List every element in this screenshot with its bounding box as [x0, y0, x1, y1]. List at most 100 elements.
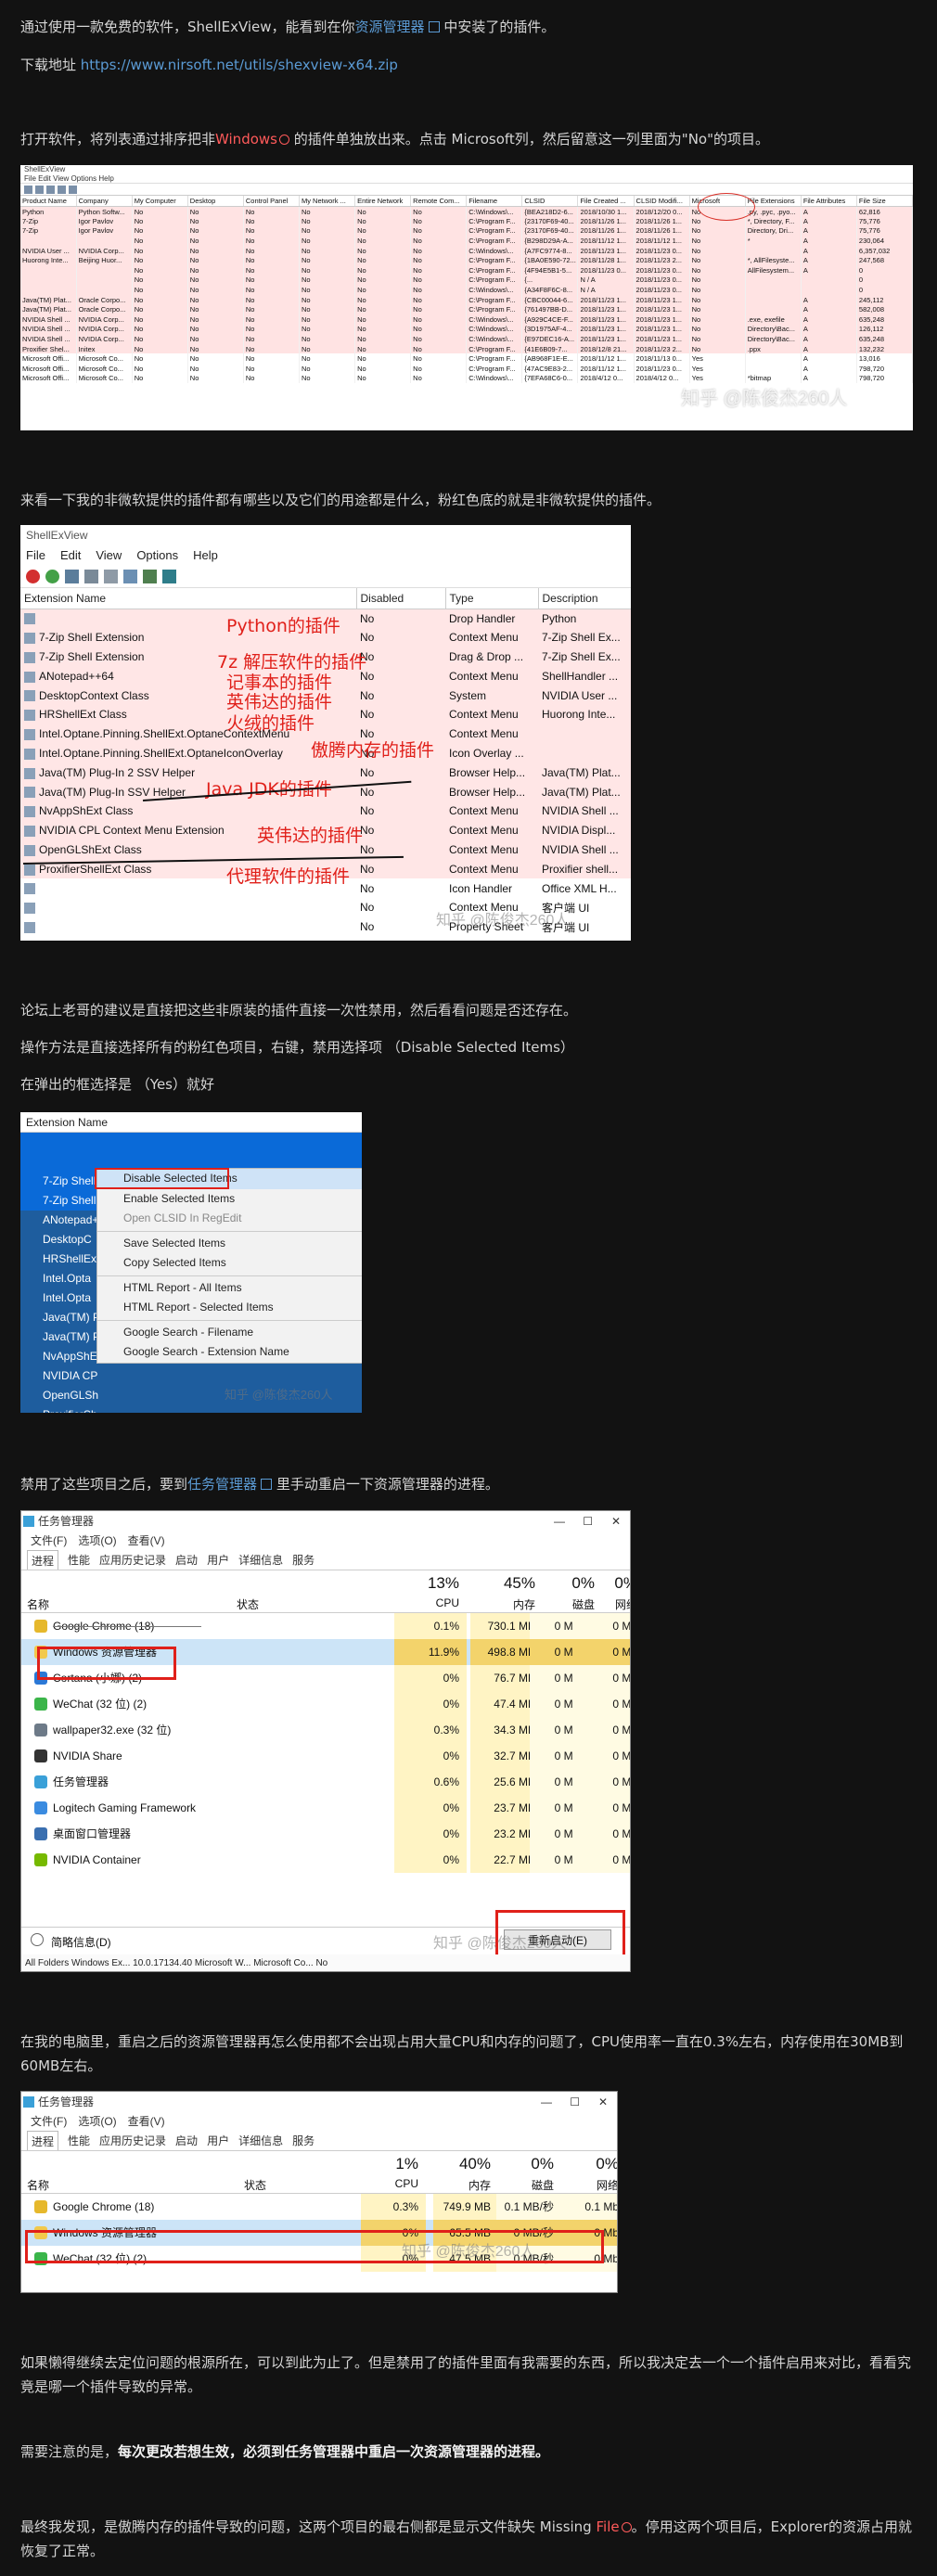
table-row[interactable]: NVIDIA Shell ... NVIDIA Corp... No No No No No…: [20, 314, 913, 325]
save-icon[interactable]: [65, 570, 79, 583]
process-row[interactable]: Google Chrome (18)0.1%730.1 MB0 MB/秒0 Mb: [21, 1613, 630, 1639]
tab[interactable]: 详细信息: [238, 1550, 283, 1570]
menu-item[interactable]: 选项(O): [78, 2112, 116, 2131]
tab[interactable]: 详细信息: [238, 2131, 283, 2150]
column-header[interactable]: Product Name: [20, 196, 77, 207]
list-item[interactable]: ProxifierSh: [20, 1405, 362, 1413]
column-header[interactable]: CLSID Modifi...: [634, 196, 690, 207]
table-row[interactable]: No No No No No No C:\Program F... {... N / A 2018…: [20, 275, 913, 286]
tab[interactable]: 用户: [207, 1550, 229, 1570]
tab[interactable]: 应用历史记录: [99, 1550, 166, 1570]
table-row[interactable]: 7-Zip Igor Pavlov No No No No No No C:\Program F…: [20, 216, 913, 226]
table-row[interactable]: Huorong Inte... Beijing Huor... No No No No No…: [20, 255, 913, 266]
menu-item[interactable]: File: [26, 545, 45, 566]
name-column-header[interactable]: 名称: [27, 2177, 49, 2193]
table-row[interactable]: 7-Zip Igor Pavlov No No No No No No C:\Program F…: [20, 225, 913, 237]
table-row[interactable]: Microsoft Offi... Microsoft Co... No No No No…: [20, 364, 913, 374]
metric-column-header[interactable]: 网络: [561, 2177, 617, 2193]
menu-item[interactable]: 查看(V): [128, 2112, 165, 2131]
fewer-details-button[interactable]: 简略信息(D): [51, 1934, 111, 1950]
metric-column-header[interactable]: CPU: [394, 1596, 467, 1609]
menu-item[interactable]: 查看(V): [128, 1532, 165, 1550]
tab[interactable]: 服务: [292, 2131, 314, 2150]
column-header[interactable]: Desktop: [187, 196, 244, 207]
menu-item[interactable]: 选项(O): [78, 1532, 116, 1550]
minimize-button[interactable]: —: [554, 1511, 565, 1532]
table-row[interactable]: NVIDIA User ... NVIDIA Corp... No No No No No N…: [20, 245, 913, 256]
close-button[interactable]: ✕: [598, 2092, 608, 2112]
disable-icon[interactable]: [26, 570, 40, 583]
context-menu-item[interactable]: HTML Report - All Items: [97, 1278, 362, 1299]
collapse-icon[interactable]: [31, 1933, 44, 1946]
context-menu-item[interactable]: HTML Report - Selected Items: [97, 1298, 362, 1318]
maximize-button[interactable]: ☐: [570, 2092, 580, 2112]
column-header[interactable]: Type: [445, 588, 539, 609]
tab[interactable]: 服务: [292, 1550, 314, 1570]
column-header[interactable]: Entire Network: [354, 196, 412, 207]
table-row[interactable]: Python Python Softw... No No No No No No C:\Wind…: [20, 206, 913, 217]
tab[interactable]: 进程: [27, 2131, 59, 2150]
table-row[interactable]: No No No No No No C:\Windows\... {A34F8F6C-8...…: [20, 285, 913, 295]
table-row[interactable]: Microsoft Offi... Microsoft Co... No No No No…: [20, 373, 913, 384]
table-row[interactable]: No No No No No No C:\Program F... {B298D29A-A..…: [20, 236, 913, 246]
context-menu-item[interactable]: Enable Selected Items: [97, 1189, 362, 1210]
tab[interactable]: 启动: [175, 1550, 198, 1570]
metric-column-header[interactable]: CPU: [361, 2177, 426, 2190]
download-link[interactable]: https://www.nirsoft.net/utils/shexview-x…: [81, 57, 398, 73]
column-header[interactable]: Extension Name: [20, 588, 357, 609]
close-button[interactable]: ✕: [611, 1511, 621, 1532]
find-icon[interactable]: [143, 570, 157, 583]
context-menu-item[interactable]: Open CLSID In RegEdit: [97, 1209, 362, 1229]
table-row[interactable]: Proxifier Shel... Initex No No No No No No C:\Pr…: [20, 343, 913, 354]
table-row[interactable]: Microsoft Offi... Microsoft Co... No No No No…: [20, 353, 913, 364]
tab[interactable]: 启动: [175, 2131, 198, 2150]
table-row[interactable]: NvAppShExt Class No Context Menu NVIDIA She…: [20, 801, 631, 821]
table-row[interactable]: No No No No No No C:\Program F... {4F94E5B1-5..…: [20, 265, 913, 276]
process-row[interactable]: 任务管理器0.6%25.6 MB0 MB/秒0 Mb: [21, 1769, 630, 1795]
context-menu-item[interactable]: Copy Selected Items: [97, 1253, 362, 1274]
table-row[interactable]: Java(TM) Plat... Oracle Corpo... No No No No N…: [20, 304, 913, 315]
tab[interactable]: 用户: [207, 2131, 229, 2150]
metric-column-header[interactable]: 磁盘: [496, 2177, 561, 2193]
table-row[interactable]: NVIDIA Shell ... NVIDIA Corp... No No No No No…: [20, 334, 913, 344]
properties-icon[interactable]: [104, 570, 118, 583]
tab[interactable]: 进程: [27, 1550, 59, 1570]
windows-link[interactable]: Windows: [215, 131, 277, 147]
column-header[interactable]: Disabled: [356, 588, 446, 609]
file-link[interactable]: File: [596, 2518, 619, 2535]
process-row[interactable]: wallpaper32.exe (32 位)0.3%34.3 MB0 MB/秒0…: [21, 1717, 630, 1743]
process-row[interactable]: NVIDIA Share0%32.7 MB0 MB/秒0 Mb: [21, 1743, 630, 1769]
enable-icon[interactable]: [45, 570, 59, 583]
table-row[interactable]: NVIDIA Shell ... NVIDIA Corp... No No No No No…: [20, 324, 913, 335]
column-header[interactable]: File Attributes: [801, 196, 857, 207]
process-row[interactable]: Logitech Gaming Framework0%23.7 MB0 MB/秒…: [21, 1795, 630, 1821]
column-header[interactable]: File Size: [856, 196, 913, 207]
taskmanager-link[interactable]: 任务管理器: [187, 1476, 257, 1493]
exit-icon[interactable]: [162, 570, 176, 583]
metric-column-header[interactable]: 内存: [433, 2177, 498, 2193]
menu-item[interactable]: Edit: [60, 545, 81, 566]
report-icon[interactable]: [123, 570, 137, 583]
name-column-header[interactable]: 名称: [27, 1596, 49, 1612]
explorer-link[interactable]: 资源管理器: [355, 19, 425, 35]
tab[interactable]: 性能: [68, 1550, 90, 1570]
menu-item[interactable]: View: [96, 545, 122, 566]
column-header[interactable]: Company: [76, 196, 133, 207]
column-header[interactable]: Filename: [466, 196, 523, 207]
column-header[interactable]: Description: [538, 588, 631, 609]
column-header[interactable]: My Computer: [132, 196, 188, 207]
column-header[interactable]: My Network ...: [299, 196, 356, 207]
menu-item[interactable]: Options: [136, 545, 178, 566]
menu-item[interactable]: Help: [193, 545, 218, 566]
copy-icon[interactable]: [84, 570, 98, 583]
menu-item[interactable]: 文件(F): [31, 1532, 67, 1550]
list-item[interactable]: NVIDIA CP: [20, 1366, 362, 1386]
tab[interactable]: 应用历史记录: [99, 2131, 166, 2150]
process-row[interactable]: 桌面窗口管理器0%23.2 MB0 MB/秒0 Mb: [21, 1821, 630, 1847]
minimize-button[interactable]: —: [541, 2092, 552, 2112]
process-row[interactable]: Google Chrome (18) 0.3% 749.9 MB 0.1 MB/秒 0.…: [21, 2194, 617, 2220]
column-header[interactable]: Control Panel: [243, 196, 300, 207]
column-header[interactable]: Remote Com...: [410, 196, 468, 207]
context-menu-item[interactable]: Save Selected Items: [97, 1234, 362, 1254]
process-row[interactable]: NVIDIA Container0%22.7 MB0 MB/秒0 Mb: [21, 1847, 630, 1873]
